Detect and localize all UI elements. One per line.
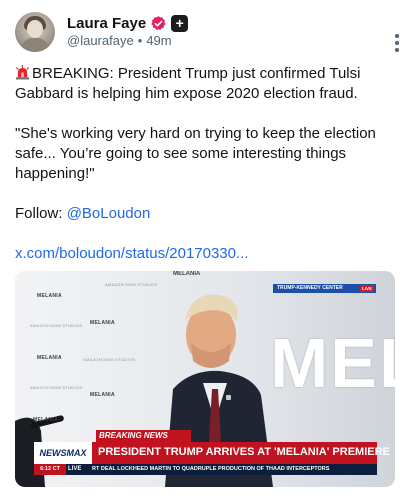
backdrop-label: MELANIA [37,293,62,299]
verified-badge-icon [151,15,166,30]
status-link[interactable]: x.com/boloudon/status/20170330... [15,245,249,262]
video-thumbnail[interactable]: MELANIA MELANIA AMAZON MGM STUDIOS AMAZO… [15,271,395,487]
post-paragraph-follow: Follow: @BoLoudon [15,204,395,224]
more-vertical-icon[interactable] [389,34,405,54]
plus-badge-icon: + [171,14,189,32]
headline-text: PRESIDENT TRUMP ARRIVES AT 'MELANIA' PRE… [98,446,390,458]
post-paragraph-link: x.com/boloudon/status/20170330... [15,244,395,264]
siren-icon [15,65,30,80]
backdrop-sublabel: AMAZON MGM STUDIOS [83,357,136,362]
backdrop-top-label: MELANIA [173,271,201,277]
breaking-news-tag: BREAKING NEWS [96,430,191,442]
backdrop-big-text: MELA [270,324,395,402]
backdrop-label: MELANIA [90,392,115,398]
ticker-live: LIVE [68,466,82,472]
backdrop-label: MELANIA [90,320,115,326]
post-text-breaking: BREAKING: President Trump just confirmed… [15,65,361,102]
meta-separator: • [137,33,143,48]
post-paragraph-1: BREAKING: President Trump just confirmed… [15,64,395,104]
backdrop-sublabel: AMAZON MGM STUDIOS [105,282,158,287]
ticker-time: 6:12 CT [34,464,66,475]
post-paragraph-2: "She's working very hard on trying to ke… [15,125,376,182]
author-meta: @laurafaye • 49m [67,33,172,48]
post-body: BREAKING: President Trump just confirmed… [15,64,395,284]
ticker-text: RT DEAL LOCKHEED MARTIN TO QUADRUPLE PRO… [92,466,330,472]
backdrop-sublabel: AMAZON MGM STUDIOS [30,385,83,390]
post-header: Laura Faye + @laurafaye • 49m [15,12,399,52]
corner-feed-label: TRUMP-KENNEDY CENTER [277,285,343,291]
backdrop-label: MELANIA [33,417,58,423]
author-name-line: Laura Faye + [67,13,189,33]
backdrop-sublabel: AMAZON MGM STUDIOS [30,323,83,328]
mention-link[interactable]: @BoLoudon [67,205,151,222]
author-handle[interactable]: @laurafaye [67,33,134,48]
follow-prefix: Follow: [15,205,67,222]
post-time[interactable]: 49m [146,33,171,48]
avatar[interactable] [15,12,55,52]
network-logo: NEWSMAX [34,442,92,464]
author-name[interactable]: Laura Faye [67,15,146,32]
backdrop-label: MELANIA [37,355,62,361]
corner-feed-bar: TRUMP-KENNEDY CENTER LIVE [273,284,376,293]
post: Laura Faye + @laurafaye • 49m BREAKING: Pr… [0,0,410,500]
headline-bar: PRESIDENT TRUMP ARRIVES AT 'MELANIA' PRE… [92,442,390,464]
corner-live-badge: LIVE [359,285,374,292]
news-ticker: 6:12 CT LIVE RT DEAL LOCKHEED MARTIN TO … [34,464,377,475]
